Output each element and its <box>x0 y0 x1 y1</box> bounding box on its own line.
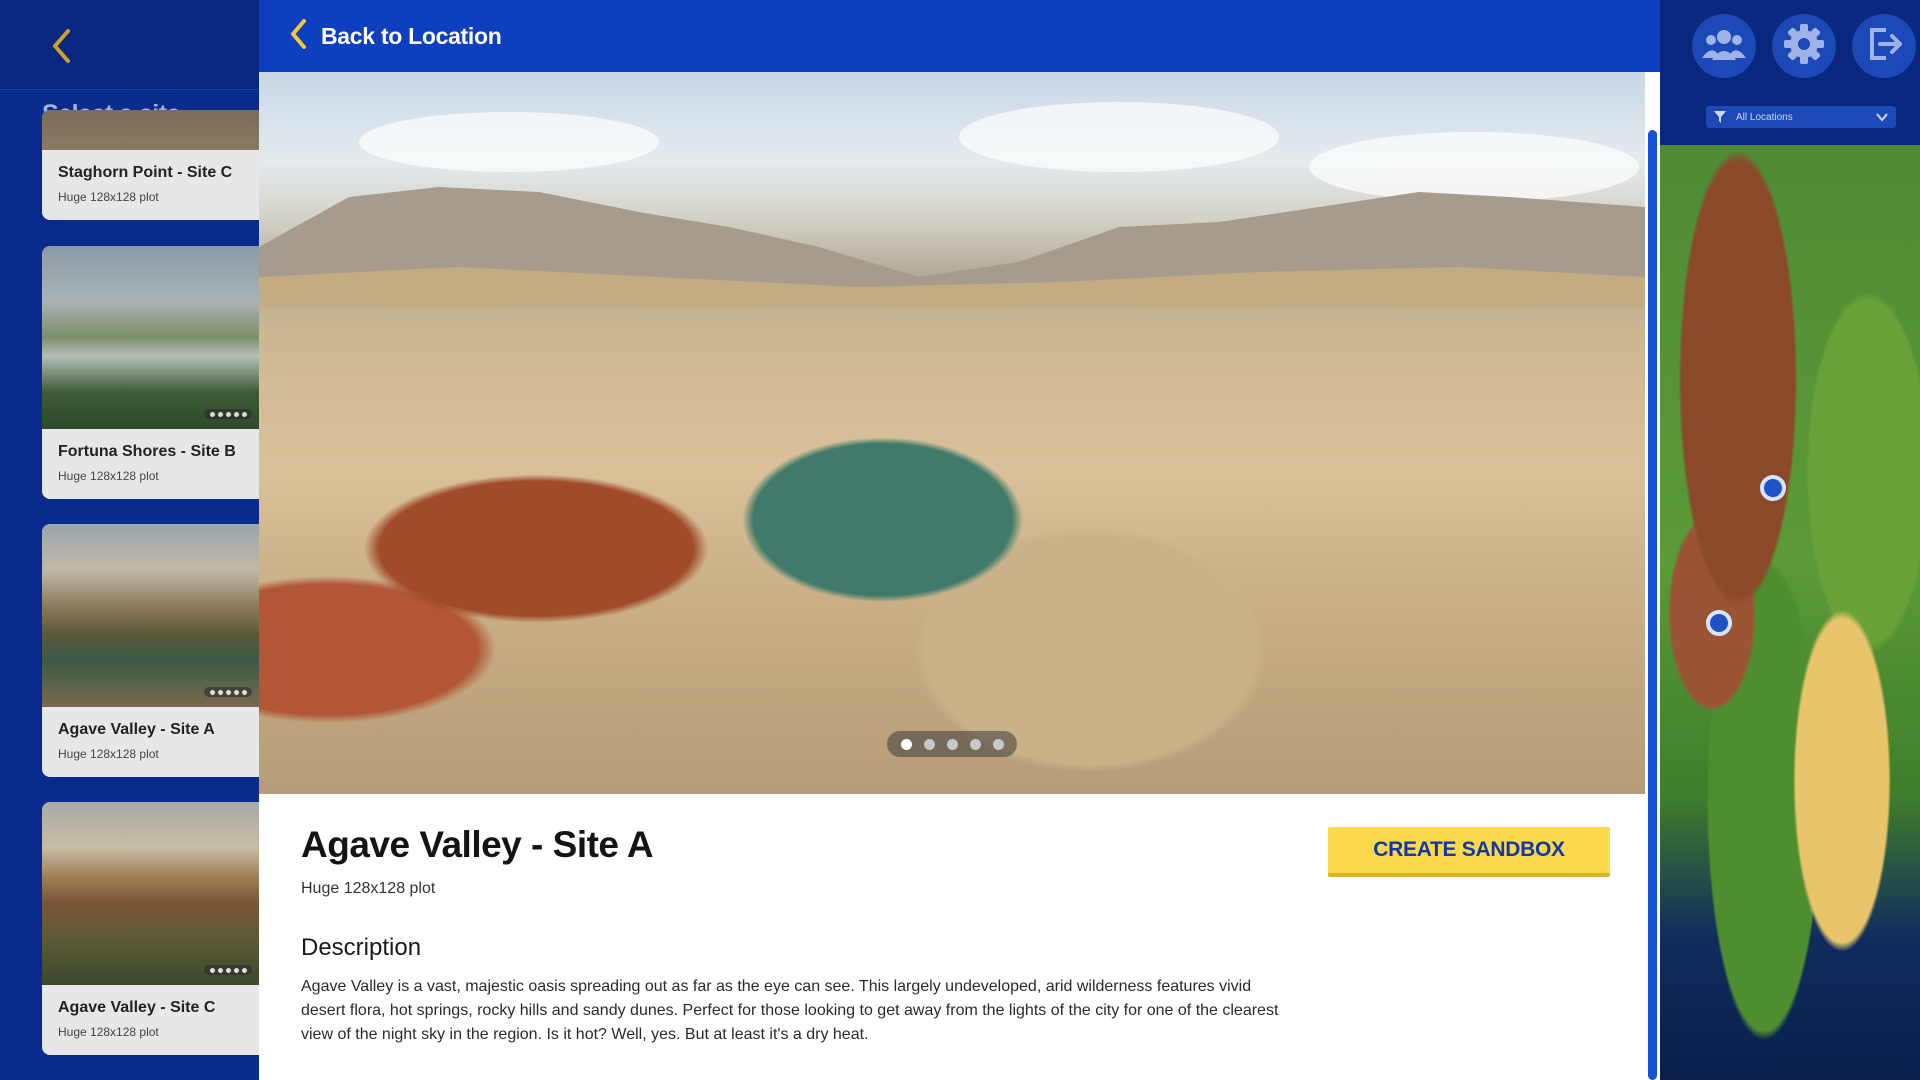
site-card-staghorn-point-c[interactable]: Staghorn Point - Site C Huge 128x128 plo… <box>42 110 260 220</box>
chevron-left-icon <box>289 18 307 55</box>
filter-funnel-icon <box>1714 111 1726 126</box>
thumbnail-carousel-dots <box>204 409 252 419</box>
settings-gear-icon <box>1782 22 1826 71</box>
site-size: Huge 128x128 plot <box>58 1025 159 1039</box>
gallery-pagination <box>887 731 1017 757</box>
gallery-dot[interactable] <box>923 738 935 750</box>
modal-header: Back to Location <box>259 0 1660 72</box>
thumbnail-carousel-dots <box>204 687 252 697</box>
friends-icon <box>1702 28 1746 65</box>
friends-button[interactable] <box>1692 14 1756 78</box>
site-name: Agave Valley - Site A <box>58 721 215 738</box>
site-name: Staghorn Point - Site C <box>58 164 233 181</box>
chevron-down-icon <box>1876 111 1888 126</box>
site-size: Huge 128x128 plot <box>301 880 436 897</box>
left-top-bar <box>0 0 260 90</box>
world-map[interactable] <box>1660 145 1920 1080</box>
back-to-location-button[interactable]: Back to Location <box>289 18 502 55</box>
scrollbar-thumb[interactable] <box>1648 130 1657 1080</box>
site-name: Fortuna Shores - Site B <box>58 443 236 460</box>
description-heading: Description <box>301 934 422 961</box>
back-label: Back to Location <box>321 23 502 49</box>
site-thumbnail <box>42 246 260 429</box>
site-hero-image <box>259 72 1645 794</box>
site-thumbnail <box>42 802 260 985</box>
description-text: Agave Valley is a vast, majestic oasis s… <box>301 978 1279 1043</box>
site-detail-modal: Back to Location Agave Valley - Site A H… <box>259 0 1660 1080</box>
gallery-dot[interactable] <box>992 738 1004 750</box>
gallery-dot[interactable] <box>900 738 912 750</box>
site-name: Agave Valley - Site C <box>58 999 216 1016</box>
location-filter-value: All Locations <box>1736 111 1793 123</box>
site-size: Huge 128x128 plot <box>58 190 159 204</box>
create-sandbox-button[interactable]: CREATE SANDBOX <box>1328 827 1610 877</box>
site-size: Huge 128x128 plot <box>58 469 159 483</box>
site-thumbnail <box>42 524 260 707</box>
map-panel: All Locations <box>1660 0 1920 1080</box>
site-card-agave-valley-a[interactable]: Agave Valley - Site A Huge 128x128 plot <box>42 524 260 777</box>
location-filter-dropdown[interactable]: All Locations <box>1706 106 1896 128</box>
site-card-agave-valley-c[interactable]: Agave Valley - Site C Huge 128x128 plot <box>42 802 260 1055</box>
gallery-dot[interactable] <box>946 738 958 750</box>
back-arrow-icon[interactable] <box>50 28 72 69</box>
map-location-pin[interactable] <box>1706 610 1732 636</box>
site-size: Huge 128x128 plot <box>58 747 159 761</box>
gallery-dot[interactable] <box>969 738 981 750</box>
exit-button[interactable] <box>1852 14 1916 78</box>
site-title: Agave Valley - Site A <box>301 824 654 865</box>
site-card-fortuna-shores-b[interactable]: Fortuna Shores - Site B Huge 128x128 plo… <box>42 246 260 499</box>
site-thumbnail <box>42 110 260 150</box>
site-list-panel: Select a site Staghorn Point - Site C Hu… <box>0 0 260 1080</box>
exit-icon <box>1864 24 1904 69</box>
map-location-pin[interactable] <box>1760 475 1786 501</box>
settings-button[interactable] <box>1772 14 1836 78</box>
thumbnail-carousel-dots <box>204 965 252 975</box>
